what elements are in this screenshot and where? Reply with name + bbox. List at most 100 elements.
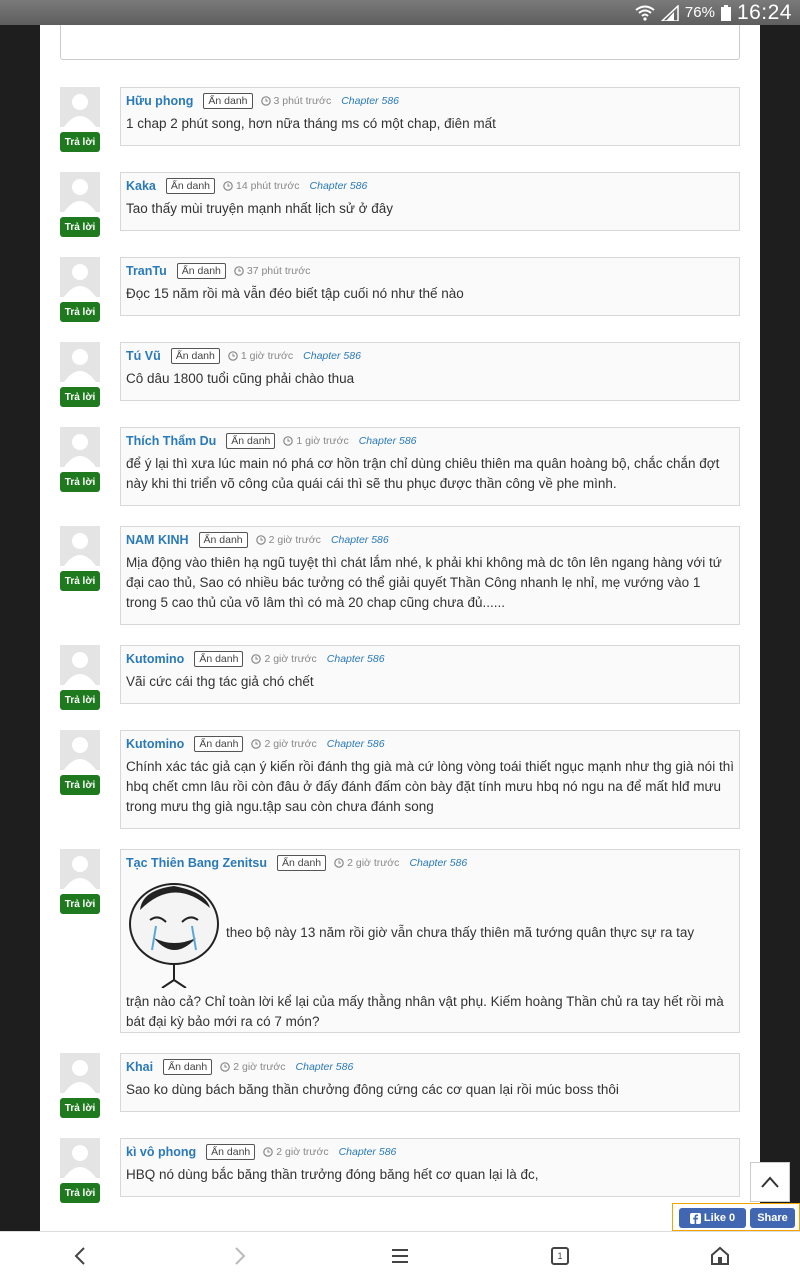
- clock-icon: [251, 739, 262, 749]
- avatar[interactable]: [60, 87, 100, 127]
- commenter-name[interactable]: Kutomino: [126, 737, 184, 751]
- avatar[interactable]: [60, 526, 100, 566]
- browser-nav-bar: 1: [0, 1231, 800, 1281]
- chapter-link[interactable]: Chapter 586: [359, 435, 417, 447]
- clock-icon: [334, 858, 344, 868]
- time-text: 2 giờ trước: [233, 1061, 286, 1073]
- avatar-icon: [60, 1053, 100, 1093]
- status-bar: 76% 16:24: [0, 0, 800, 25]
- clock-icon: [220, 1062, 231, 1072]
- chapter-link[interactable]: Chapter 586: [409, 857, 467, 869]
- chapter-link[interactable]: Chapter 586: [310, 180, 368, 192]
- avatar[interactable]: [60, 645, 100, 685]
- comment-text: để ý lại thì xưa lúc main nó phá cơ hồn …: [126, 456, 720, 491]
- forward-button[interactable]: [220, 1240, 260, 1272]
- clock-icon: [260, 96, 271, 106]
- comment-box: Tú Vũ Ẩn danh 1 giờ trước Chapter 586 Cô…: [120, 342, 740, 401]
- chapter-link[interactable]: Chapter 586: [296, 1061, 354, 1073]
- chapter-link[interactable]: Chapter 586: [341, 95, 399, 107]
- time-text: 2 giờ trước: [264, 653, 317, 665]
- avatar[interactable]: [60, 849, 100, 889]
- back-icon: [74, 1247, 85, 1265]
- comment-text: Đọc 15 năm rồi mà vẫn đéo biết tập cuối …: [126, 286, 464, 301]
- fb-like-button[interactable]: Like 0: [679, 1208, 746, 1228]
- commenter-name[interactable]: Khai: [126, 1060, 153, 1074]
- commenter-name[interactable]: TranTu: [126, 264, 167, 278]
- reply-button[interactable]: Trả lời: [60, 132, 100, 152]
- crying-face-meme-image: [129, 883, 219, 988]
- back-to-top-button[interactable]: [750, 1162, 790, 1202]
- clock-icon: [255, 535, 266, 545]
- avatar[interactable]: [60, 257, 100, 297]
- reply-button[interactable]: Trả lời: [60, 1098, 100, 1118]
- reply-button[interactable]: Trả lời: [60, 387, 100, 407]
- comment-time: 14 phút trước: [223, 180, 300, 192]
- comment-text: Tao thấy mùi truyện mạnh nhất lịch sử ở …: [126, 201, 394, 216]
- commenter-name[interactable]: Kutomino: [126, 652, 184, 666]
- commenter-name[interactable]: Kaka: [126, 179, 156, 193]
- comment-box: Hữu phong Ẩn danh 3 phút trước Chapter 5…: [120, 87, 740, 146]
- comment-input-box[interactable]: [60, 25, 740, 60]
- reply-button[interactable]: Trả lời: [60, 302, 100, 322]
- avatar[interactable]: [60, 1053, 100, 1093]
- chapter-link[interactable]: Chapter 586: [339, 1146, 397, 1158]
- reply-button[interactable]: Trả lời: [60, 894, 100, 914]
- chapter-link[interactable]: Chapter 586: [327, 653, 385, 665]
- reply-button[interactable]: Trả lời: [60, 775, 100, 795]
- home-button[interactable]: [700, 1240, 740, 1272]
- chapter-link[interactable]: Chapter 586: [327, 738, 385, 750]
- commenter-name[interactable]: Tạc Thiên Bang Zenitsu: [126, 856, 267, 870]
- fb-share-button[interactable]: Share: [750, 1208, 795, 1228]
- menu-icon: [392, 1249, 408, 1263]
- comment-text: HBQ nó dùng bắc băng thần trưởng đóng bă…: [126, 1167, 539, 1182]
- comment-box: Kutomino Ẩn danh 2 giờ trước Chapter 586…: [120, 730, 740, 829]
- commenter-name[interactable]: NAM KINH: [126, 533, 189, 547]
- avatar[interactable]: [60, 342, 100, 382]
- avatar[interactable]: [60, 730, 100, 770]
- comment-time: 2 giờ trước: [251, 653, 317, 665]
- facebook-icon: [689, 1212, 701, 1224]
- avatar-icon: [60, 1138, 100, 1178]
- commenter-name[interactable]: Tú Vũ: [126, 349, 161, 363]
- fb-like-count: 0: [728, 1212, 736, 1224]
- comment-text: Cô dâu 1800 tuổi cũng phải chào thua: [126, 371, 355, 386]
- menu-button[interactable]: [380, 1240, 420, 1272]
- fb-like-label: Like: [703, 1212, 726, 1224]
- comment-text: 1 chap 2 phút song, hơn nữa tháng ms có …: [126, 116, 496, 131]
- time-text: 3 phút trước: [273, 95, 332, 107]
- tabs-button[interactable]: 1: [540, 1240, 580, 1272]
- reply-button[interactable]: Trả lời: [60, 1183, 100, 1203]
- comment-box: Kutomino Ẩn danh 2 giờ trước Chapter 586…: [120, 645, 740, 704]
- clock-icon: [251, 654, 262, 664]
- comment-box: TranTu Ẩn danh 37 phút trước Đọc 15 năm …: [120, 257, 740, 316]
- time-text: 1 giờ trước: [296, 435, 349, 447]
- anonymous-badge: Ẩn danh: [203, 93, 253, 109]
- reply-button[interactable]: Trả lời: [60, 217, 100, 237]
- forward-icon: [235, 1247, 246, 1265]
- reply-button[interactable]: Trả lời: [60, 571, 100, 591]
- avatar-icon: [60, 730, 100, 770]
- comment-time: 3 phút trước: [260, 95, 332, 107]
- anonymous-badge: Ẩn danh: [206, 1144, 256, 1160]
- reply-button[interactable]: Trả lời: [60, 690, 100, 710]
- chapter-link[interactable]: Chapter 586: [331, 534, 389, 546]
- comment-box: Tạc Thiên Bang Zenitsu Ẩn danh 2 giờ trư…: [120, 849, 740, 1033]
- avatar-icon: [60, 849, 100, 889]
- commenter-name[interactable]: Thích Thẩm Du: [126, 434, 216, 448]
- avatar[interactable]: [60, 1138, 100, 1178]
- commenter-name[interactable]: Hữu phong: [126, 94, 193, 108]
- battery-percent: 76%: [684, 4, 715, 21]
- avatar[interactable]: [60, 172, 100, 212]
- comment-text: trận nào cả? Chỉ toàn lời kể lại của mấy…: [126, 994, 724, 1029]
- facebook-bar: Like 0 Share: [672, 1203, 800, 1231]
- comment-text: Chính xác tác giả cạn ý kiến rồi đánh th…: [126, 759, 734, 814]
- anonymous-badge: Ẩn danh: [170, 348, 220, 364]
- anonymous-badge: Ẩn danh: [163, 1059, 213, 1075]
- clock-icon: [283, 436, 294, 446]
- chapter-link[interactable]: Chapter 586: [303, 350, 361, 362]
- home-icon: [711, 1246, 729, 1265]
- commenter-name[interactable]: kì vô phong: [126, 1145, 196, 1159]
- avatar[interactable]: [60, 427, 100, 467]
- back-button[interactable]: [60, 1240, 100, 1272]
- reply-button[interactable]: Trả lời: [60, 472, 100, 492]
